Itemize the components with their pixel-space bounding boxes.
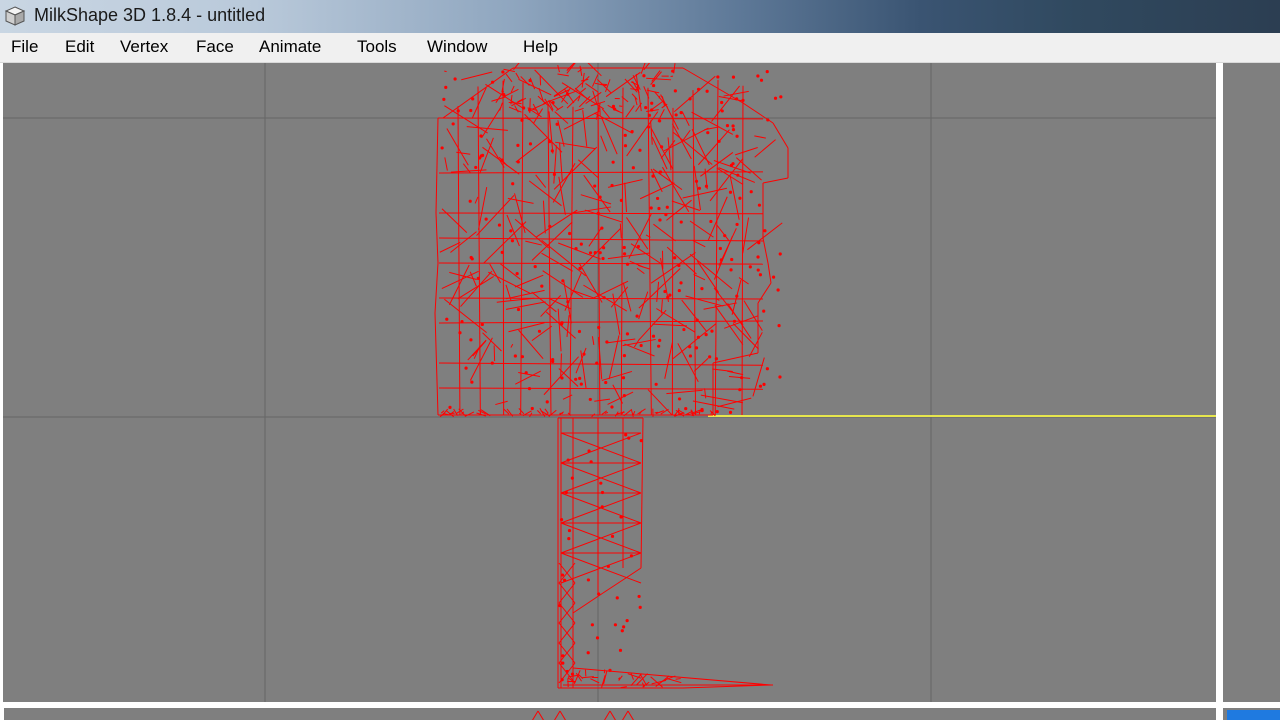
menu-face[interactable]: Face bbox=[196, 37, 234, 57]
active-panel-indicator bbox=[1227, 710, 1280, 720]
menu-file[interactable]: File bbox=[11, 37, 38, 57]
bottom-right-panel[interactable] bbox=[1223, 708, 1280, 720]
menu-vertex[interactable]: Vertex bbox=[120, 37, 168, 57]
menu-help[interactable]: Help bbox=[523, 37, 558, 57]
menu-edit[interactable]: Edit bbox=[65, 37, 94, 57]
viewport-grid bbox=[3, 63, 1218, 702]
menu-window[interactable]: Window bbox=[427, 37, 487, 57]
viewport-canvas[interactable] bbox=[3, 63, 1218, 702]
wireframe-mesh bbox=[434, 63, 789, 689]
bottom-viewport-canvas bbox=[532, 710, 634, 720]
title-bar: MilkShape 3D 1.8.4 - untitled bbox=[0, 0, 1280, 33]
menu-animate[interactable]: Animate bbox=[259, 37, 321, 57]
viewport-splitter[interactable] bbox=[1216, 63, 1223, 708]
window-title: MilkShape 3D 1.8.4 - untitled bbox=[34, 5, 266, 25]
menu-bar: File Edit Vertex Face Animate Tools Wind… bbox=[0, 33, 1280, 63]
milkshape-cube-icon[interactable] bbox=[4, 5, 26, 27]
viewport-front[interactable] bbox=[0, 63, 1218, 702]
menu-tools[interactable]: Tools bbox=[357, 37, 397, 57]
bottom-viewport[interactable] bbox=[4, 708, 1216, 720]
mesh-vertices bbox=[440, 69, 783, 682]
right-viewport-edge[interactable] bbox=[1223, 63, 1280, 702]
